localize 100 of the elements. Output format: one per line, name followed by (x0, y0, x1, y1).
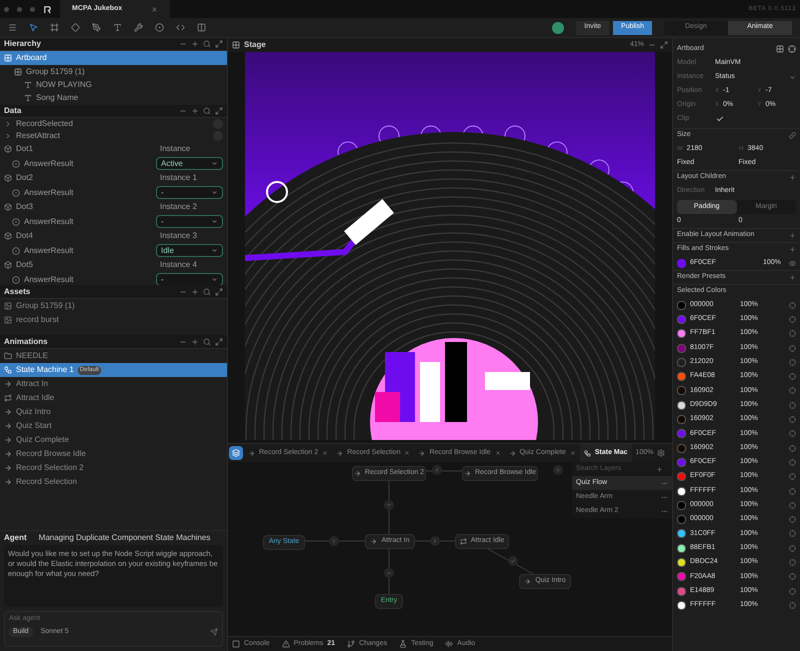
diamond-icon[interactable] (71, 23, 80, 32)
color-swatch[interactable] (677, 500, 686, 510)
color-swatch[interactable] (677, 572, 686, 582)
add-icon[interactable] (789, 232, 796, 239)
visibility-icon[interactable] (789, 260, 796, 266)
close-icon[interactable] (494, 450, 501, 456)
transition-handle[interactable] (553, 465, 563, 475)
animation-item[interactable]: Record Selection (0, 475, 227, 489)
animation-item[interactable]: Record Selection 2 (0, 461, 227, 475)
color-swatch[interactable] (677, 429, 686, 438)
settings-icon[interactable] (657, 449, 666, 457)
color-swatch[interactable] (677, 258, 686, 268)
layout-icon[interactable] (776, 45, 784, 53)
columns-icon[interactable] (197, 23, 206, 32)
asset-name[interactable]: record burst (16, 314, 59, 326)
color-swatch[interactable] (677, 372, 686, 382)
wrench-icon[interactable] (134, 23, 143, 32)
arrow-icon (4, 436, 12, 444)
add-icon[interactable] (191, 40, 199, 48)
value-dropdown[interactable]: - (156, 273, 223, 285)
color-swatch[interactable] (677, 529, 686, 538)
hierarchy-item[interactable]: NOW PLAYING (0, 78, 227, 92)
color-swatch[interactable] (677, 358, 686, 367)
circle-icon[interactable] (155, 23, 164, 32)
expand-icon[interactable] (660, 41, 668, 49)
transition-handle[interactable] (432, 465, 442, 475)
close-icon[interactable] (570, 450, 576, 456)
image-icon (4, 302, 12, 310)
send-icon[interactable] (210, 628, 218, 636)
add-icon[interactable] (191, 107, 199, 115)
expand-icon[interactable] (215, 107, 223, 115)
text-icon[interactable] (113, 23, 122, 32)
menu-icon[interactable] (8, 23, 17, 32)
target-icon[interactable] (788, 45, 796, 53)
graph-toggle[interactable] (229, 446, 243, 460)
search-icon[interactable] (203, 338, 211, 346)
color-swatch[interactable] (677, 472, 686, 482)
add-icon[interactable] (789, 174, 796, 181)
search-icon[interactable] (203, 288, 211, 296)
transition-handle[interactable] (384, 500, 394, 510)
expand-icon[interactable] (215, 40, 223, 48)
add-icon[interactable] (656, 466, 663, 472)
frame-icon[interactable] (50, 23, 59, 32)
animation-item[interactable]: Quiz Complete (0, 433, 227, 447)
hierarchy-item[interactable]: Song Name (0, 92, 227, 105)
connector-line (304, 540, 366, 542)
color-swatch[interactable] (677, 515, 686, 524)
code-icon[interactable] (176, 23, 185, 32)
animation-item[interactable]: Attract Idle (0, 391, 227, 405)
color-swatch[interactable] (677, 415, 686, 424)
animation-item[interactable]: Quiz Intro (0, 405, 227, 419)
transition-handle[interactable] (329, 536, 339, 546)
color-swatch[interactable] (677, 544, 686, 553)
animation-item[interactable]: Attract In (0, 377, 227, 391)
color-swatch[interactable] (677, 444, 686, 453)
hierarchy-item[interactable]: Artboard (0, 51, 227, 65)
group-icon (14, 68, 22, 76)
search-icon[interactable] (203, 107, 211, 115)
link-icon[interactable] (789, 132, 796, 139)
close-icon[interactable] (322, 450, 328, 456)
color-swatch[interactable] (677, 486, 686, 496)
add-icon[interactable] (191, 338, 199, 346)
color-swatch[interactable] (677, 300, 686, 310)
expand-icon[interactable] (215, 338, 223, 346)
color-swatch[interactable] (677, 586, 686, 596)
color-swatch[interactable] (677, 400, 686, 410)
arrow-icon (524, 578, 532, 585)
branch-icon (347, 640, 356, 648)
color-swatch[interactable] (677, 600, 686, 610)
property-name: AnswerResult (24, 186, 74, 198)
color-swatch[interactable] (677, 558, 686, 567)
expand-icon[interactable] (215, 288, 223, 296)
color-swatch[interactable] (677, 458, 686, 467)
color-swatch[interactable] (677, 344, 686, 353)
animation-item[interactable]: NEEDLE (0, 349, 227, 363)
color-swatch[interactable] (677, 329, 686, 338)
value-dropdown[interactable]: Idle (156, 244, 223, 257)
property-name: AnswerResult (24, 274, 74, 285)
value-dropdown[interactable]: - (156, 215, 223, 228)
color-swatch[interactable] (677, 386, 686, 396)
transition-handle[interactable] (384, 568, 394, 578)
search-icon[interactable] (203, 40, 211, 48)
hierarchy-item[interactable]: Group 51759 (1) (0, 64, 227, 78)
close-icon[interactable] (151, 6, 158, 12)
value-dropdown[interactable]: Active (156, 157, 223, 170)
color-swatch[interactable] (677, 314, 686, 324)
clip-checkbox[interactable] (715, 114, 724, 124)
add-icon[interactable] (191, 288, 199, 296)
close-icon[interactable] (404, 450, 410, 456)
asset-name[interactable]: Group 51759 (1) (16, 300, 75, 312)
add-icon[interactable] (789, 246, 796, 253)
transition-handle[interactable] (430, 536, 440, 546)
pen-icon[interactable] (92, 23, 101, 32)
avatar[interactable] (552, 22, 564, 34)
pointer-icon[interactable] (29, 23, 38, 32)
animation-item[interactable]: Record Browse Idle (0, 447, 227, 461)
transition-handle[interactable] (508, 556, 518, 566)
add-icon[interactable] (789, 274, 796, 281)
animation-item[interactable]: Quiz Start (0, 419, 227, 433)
value-dropdown[interactable]: - (156, 186, 223, 199)
